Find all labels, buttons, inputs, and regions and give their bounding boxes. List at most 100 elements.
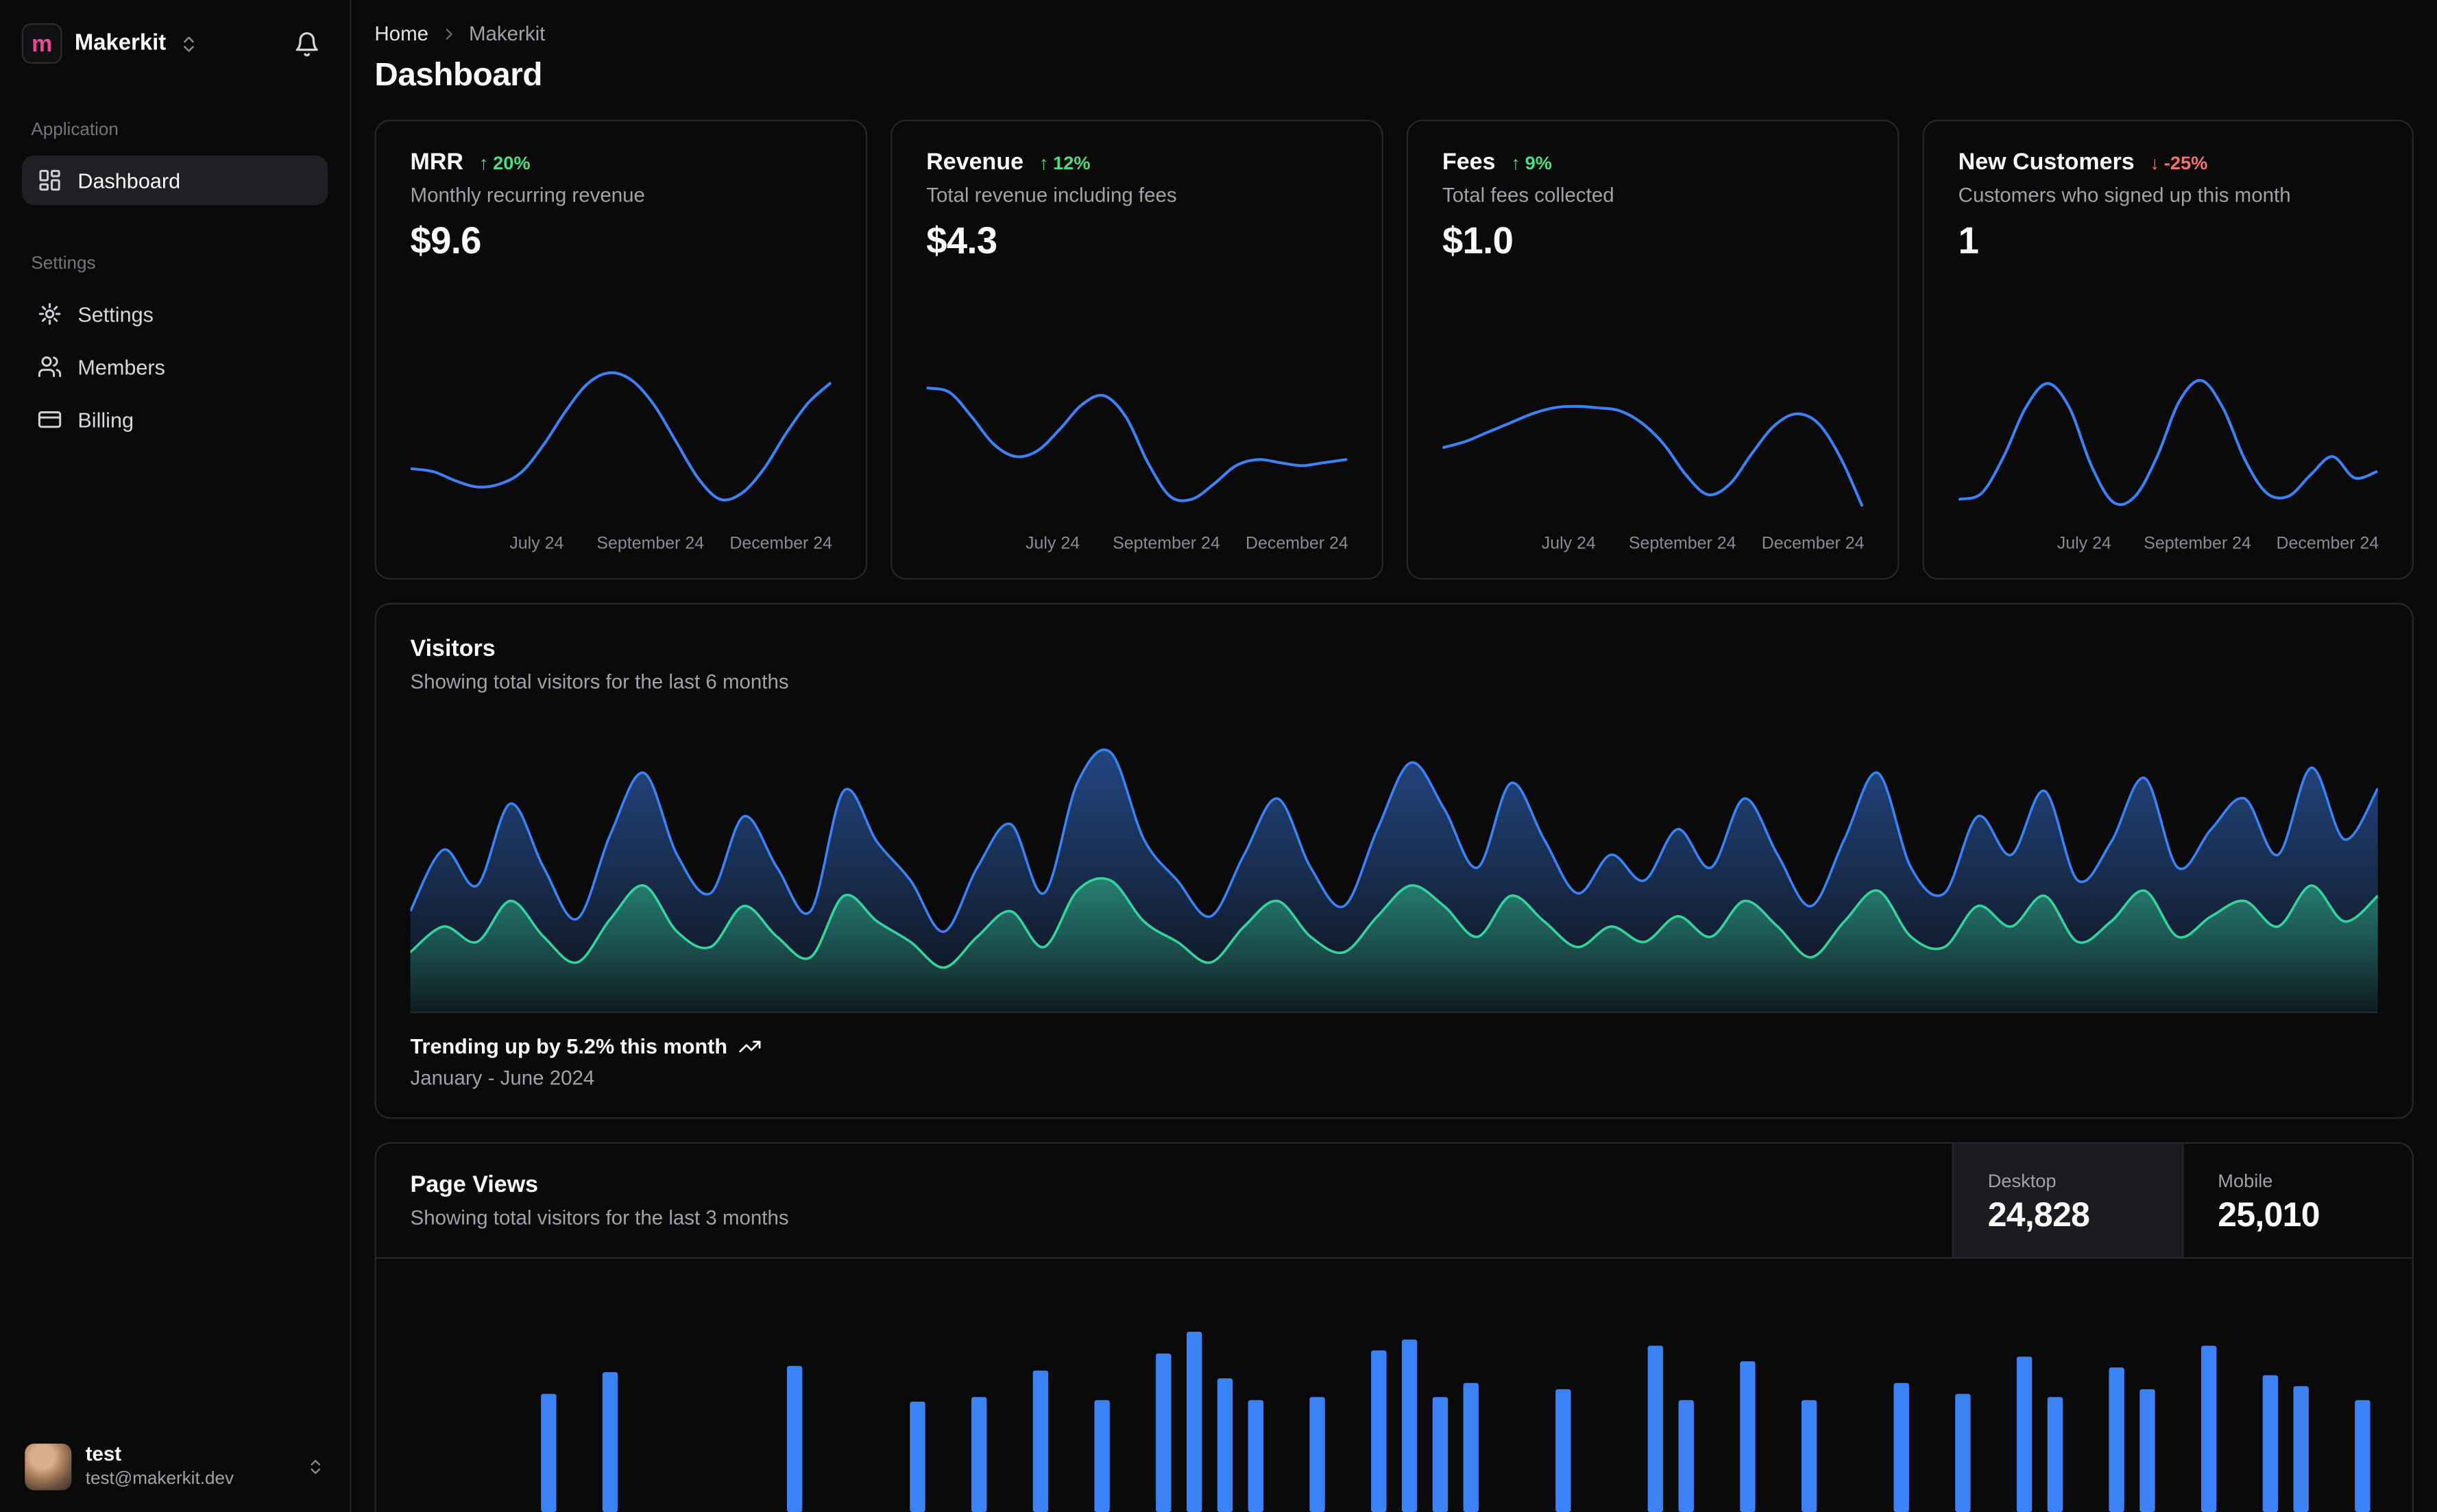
chevron-right-icon (439, 24, 458, 42)
sidebar-item-billing[interactable]: Billing (22, 395, 328, 445)
sidebar-item-label: Members (77, 355, 165, 379)
page-views-toggle-mobile[interactable]: Mobile 25,010 (2182, 1143, 2412, 1258)
stat-value: $4.3 (926, 220, 997, 263)
chevrons-up-down-icon (306, 1457, 325, 1476)
page-views-subtitle: Showing total visitors for the last 3 mo… (410, 1206, 789, 1230)
gear-icon (37, 302, 62, 326)
workspace-switcher[interactable]: m Makerkit (21, 22, 328, 65)
stat-subtitle: Monthly recurring revenue (410, 183, 645, 207)
user-menu[interactable]: test test@makerkit.dev (22, 1433, 328, 1493)
x-axis: July 24 September 24 December 24 (1959, 534, 2379, 559)
sidebar-item-label: Dashboard (77, 168, 181, 192)
section-label-settings: Settings (31, 254, 96, 274)
stat-subtitle: Total revenue including fees (926, 183, 1177, 207)
user-name: test (85, 1442, 122, 1466)
x-tick: September 24 (596, 534, 705, 554)
workspace-name: Makerkit (74, 31, 167, 56)
x-tick: September 24 (1628, 534, 1736, 554)
visitors-footer: Trending up by 5.2% this month January -… (411, 1035, 2378, 1089)
fees-sparkline-chart (1442, 354, 1864, 528)
trend-value: 9% (1525, 151, 1552, 173)
revenue-sparkline-chart (926, 354, 1348, 528)
new-customers-sparkline-chart (1958, 354, 2378, 528)
sidebar-item-label: Billing (77, 408, 134, 432)
toggle-label: Mobile (2218, 1169, 2273, 1191)
page-title: Dashboard (374, 57, 543, 94)
toggle-value: 24,828 (1987, 1194, 2090, 1234)
toggle-value: 25,010 (2218, 1194, 2320, 1234)
trend-up-icon: ↑ (478, 151, 489, 173)
trend-value: -25% (2163, 151, 2208, 173)
trend-badge: ↑ 20% (479, 151, 531, 173)
sidebar-item-label: Settings (77, 302, 154, 326)
stat-value: 1 (1958, 220, 1979, 263)
page-views-toggle-desktop[interactable]: Desktop 24,828 (1952, 1143, 2183, 1258)
x-tick: December 24 (1246, 534, 1348, 554)
toggle-label: Desktop (1987, 1169, 2057, 1191)
x-tick: September 24 (2144, 534, 2251, 554)
stat-card-revenue: Revenue ↑ 12% Total revenue including fe… (890, 119, 1383, 580)
visitors-area-chart (409, 718, 2379, 1014)
stat-title: MRR (410, 149, 464, 176)
visitors-card: Visitors Showing total visitors for the … (374, 602, 2414, 1119)
stat-card-new-customers: New Customers ↓ -25% Customers who signe… (1922, 119, 2414, 580)
sidebar: m Makerkit Application Dashboard Setting… (0, 0, 352, 1512)
trend-down-icon: ↓ (2150, 151, 2159, 173)
trend-up-icon: ↑ (1039, 151, 1049, 173)
page-views-header: Page Views Showing total visitors for th… (376, 1143, 2412, 1259)
stat-card-mrr: MRR ↑ 20% Monthly recurring revenue $9.6… (374, 119, 868, 580)
x-tick: December 24 (1761, 534, 1865, 554)
users-icon (37, 354, 62, 379)
page-views-bar-chart (411, 1271, 2378, 1512)
trend-badge: ↑ 12% (1039, 151, 1091, 173)
x-axis: July 24 September 24 December 24 (1442, 534, 1865, 559)
notifications-button[interactable] (284, 22, 328, 65)
makerkit-logo: m (21, 23, 62, 64)
breadcrumb: Home Makerkit (374, 22, 2414, 45)
x-tick: September 24 (1113, 534, 1220, 554)
user-email: test@makerkit.dev (85, 1469, 234, 1489)
trend-up-icon: ↑ (1511, 151, 1520, 173)
app-root: m Makerkit Application Dashboard Setting… (0, 0, 2437, 1512)
x-tick: July 24 (509, 534, 564, 554)
sidebar-item-settings[interactable]: Settings (22, 289, 328, 339)
stat-title: New Customers (1958, 149, 2135, 176)
page-views-card: Page Views Showing total visitors for th… (374, 1142, 2414, 1512)
x-tick: December 24 (2276, 534, 2379, 554)
credit-card-icon (37, 407, 62, 432)
x-tick: December 24 (729, 534, 833, 554)
visitors-trend-text: Trending up by 5.2% this month (410, 1034, 728, 1058)
stat-subtitle: Total fees collected (1442, 183, 1614, 207)
stat-card-fees: Fees ↑ 9% Total fees collected $1.0 July… (1406, 119, 1900, 580)
stat-title: Fees (1442, 149, 1496, 176)
x-tick: July 24 (1026, 534, 1080, 554)
sidebar-item-dashboard[interactable]: Dashboard (21, 155, 328, 206)
trend-badge: ↑ 9% (1511, 151, 1552, 173)
stat-value: $9.6 (410, 220, 482, 263)
page-views-title: Page Views (410, 1171, 539, 1199)
main-content: Home Makerkit Dashboard MRR ↑ 20% Monthl… (351, 0, 2437, 1512)
stat-title: Revenue (926, 149, 1024, 176)
visitors-title: Visitors (410, 635, 496, 662)
breadcrumb-home-link[interactable]: Home (374, 22, 428, 45)
chevrons-up-down-icon (178, 34, 198, 53)
x-tick: July 24 (1541, 534, 1596, 554)
visitors-subtitle: Showing total visitors for the last 6 mo… (410, 670, 789, 694)
stat-value: $1.0 (1442, 220, 1514, 263)
bell-icon (293, 30, 319, 57)
avatar (25, 1443, 72, 1490)
stat-subtitle: Customers who signed up this month (1958, 183, 2291, 207)
x-axis: July 24 September 24 December 24 (926, 534, 1348, 559)
breadcrumb-current: Makerkit (468, 21, 546, 45)
trend-badge: ↓ -25% (2150, 151, 2207, 173)
trend-value: 20% (493, 151, 531, 173)
visitors-date-range: January - June 2024 (410, 1066, 595, 1090)
x-tick: July 24 (2057, 534, 2111, 554)
section-label-application: Application (31, 121, 119, 141)
mrr-sparkline-chart (410, 354, 832, 528)
sidebar-item-members[interactable]: Members (22, 342, 328, 392)
x-axis: July 24 September 24 December 24 (411, 535, 832, 559)
trending-up-icon (738, 1035, 762, 1058)
dashboard-icon (37, 168, 62, 193)
stat-cards-row: MRR ↑ 20% Monthly recurring revenue $9.6… (374, 119, 2414, 580)
